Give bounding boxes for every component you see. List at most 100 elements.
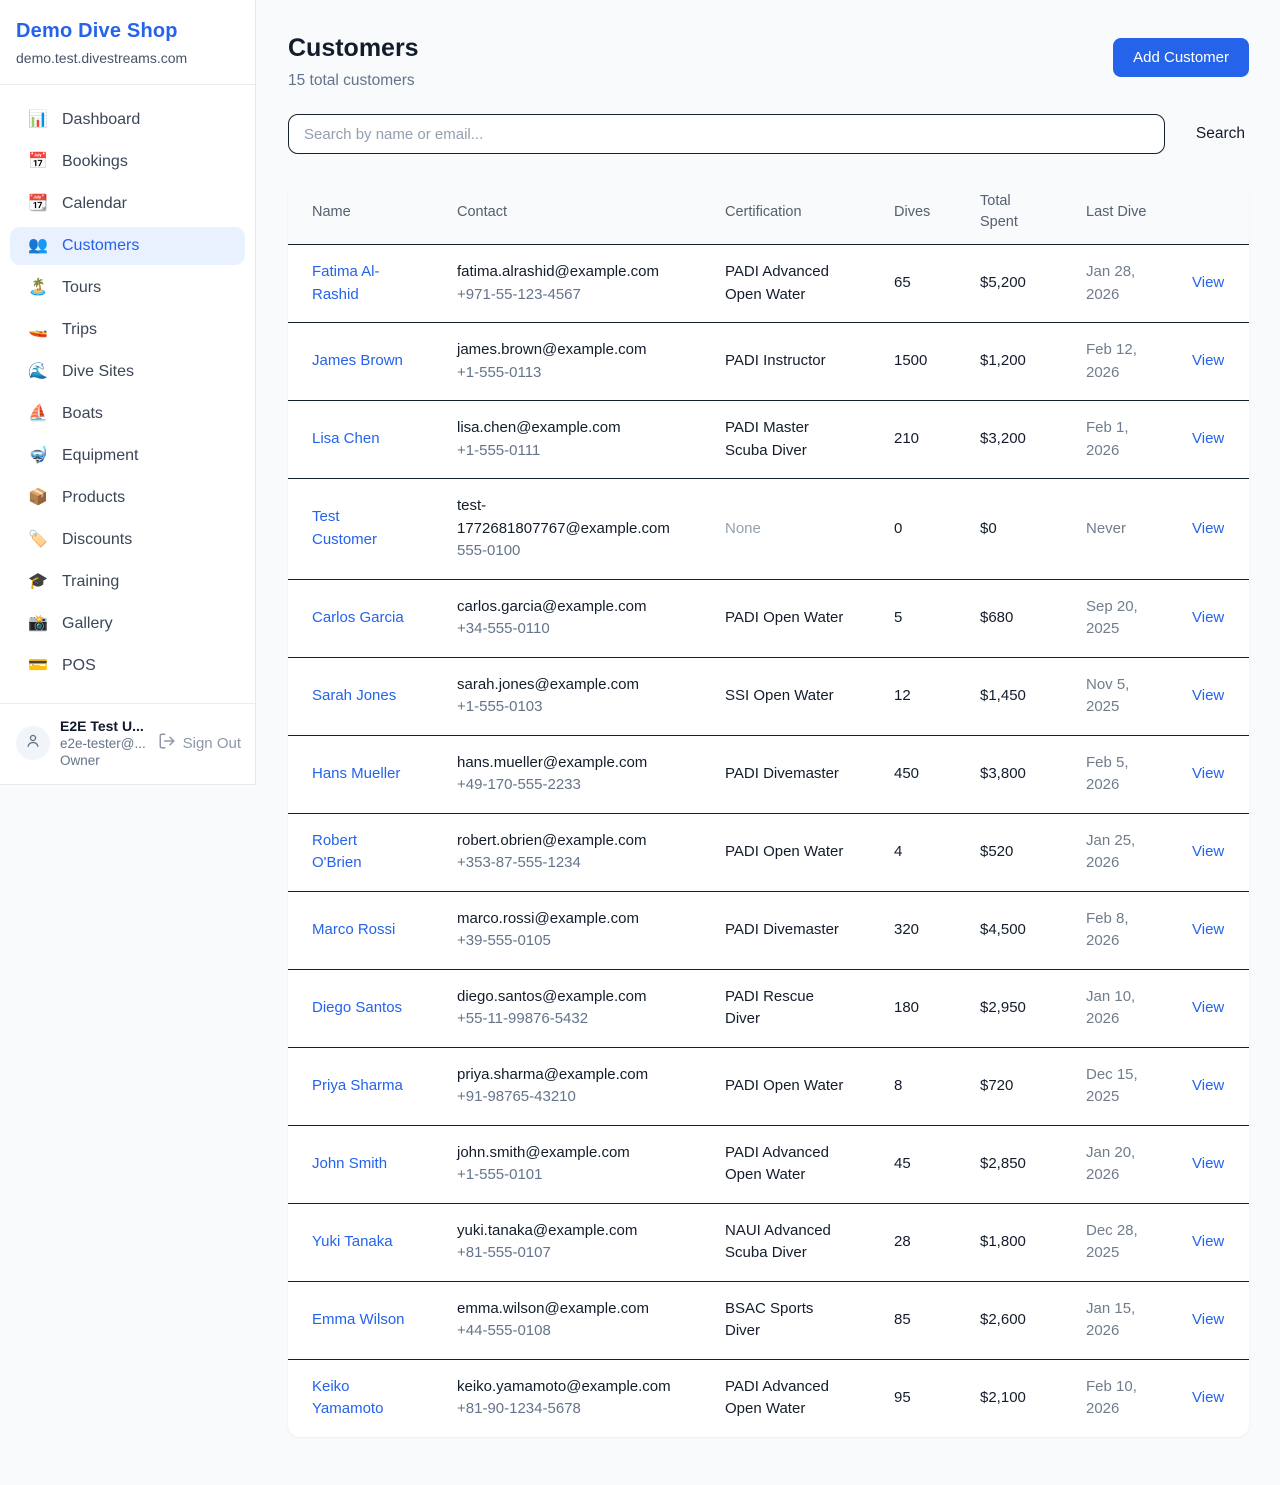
- sidebar-item-products[interactable]: 📦 Products: [10, 479, 245, 517]
- sidebar-item-label: Gallery: [62, 615, 113, 633]
- table-row: Test Customer test-1772681807767@example…: [288, 479, 1249, 580]
- table-row: Diego Santos diego.santos@example.com +5…: [288, 970, 1249, 1048]
- sidebar-item-tours[interactable]: 🏝️ Tours: [10, 269, 245, 307]
- sidebar-item-training[interactable]: 🎓 Training: [10, 563, 245, 601]
- customer-email: john.smith@example.com: [457, 1142, 675, 1165]
- customer-name-link[interactable]: Carlos Garcia: [312, 609, 404, 626]
- customer-dives: 5: [894, 591, 980, 646]
- boats-icon: ⛵: [28, 406, 48, 422]
- search-input[interactable]: [288, 114, 1165, 154]
- add-customer-button[interactable]: Add Customer: [1113, 38, 1249, 77]
- view-link[interactable]: View: [1192, 1233, 1224, 1250]
- customer-name-link[interactable]: Priya Sharma: [312, 1077, 403, 1094]
- customer-contact: james.brown@example.com +1-555-0113: [457, 323, 725, 400]
- table-row: Hans Mueller hans.mueller@example.com +4…: [288, 736, 1249, 814]
- view-link[interactable]: View: [1192, 274, 1224, 291]
- customer-contact: lisa.chen@example.com +1-555-0111: [457, 401, 725, 478]
- sidebar-item-label: Discounts: [62, 531, 132, 549]
- sidebar-item-label: Bookings: [62, 153, 128, 171]
- customer-certification: None: [725, 502, 894, 557]
- sidebar-item-calendar[interactable]: 📆 Calendar: [10, 185, 245, 223]
- view-link[interactable]: View: [1192, 352, 1224, 369]
- customer-name-link[interactable]: Sarah Jones: [312, 687, 396, 704]
- customer-contact: marco.rossi@example.com +39-555-0105: [457, 892, 725, 969]
- sidebar-item-gallery[interactable]: 📸 Gallery: [10, 605, 245, 643]
- person-icon: [24, 732, 42, 754]
- sidebar-item-trips[interactable]: 🚤 Trips: [10, 311, 245, 349]
- customer-certification: BSAC Sports Diver: [725, 1282, 894, 1359]
- customer-name-link[interactable]: Marco Rossi: [312, 921, 395, 938]
- table-row: Yuki Tanaka yuki.tanaka@example.com +81-…: [288, 1204, 1249, 1282]
- view-link[interactable]: View: [1192, 921, 1224, 938]
- customer-contact: hans.mueller@example.com +49-170-555-223…: [457, 736, 725, 813]
- sidebar-item-label: Calendar: [62, 195, 127, 213]
- customer-total-spent: $1,450: [980, 669, 1086, 724]
- user-panel: E2E Test U... e2e-tester@... Owner Sign …: [0, 703, 255, 784]
- customer-last-dive: Feb 1, 2026: [1086, 401, 1192, 478]
- view-link[interactable]: View: [1192, 1389, 1224, 1406]
- trips-icon: 🚤: [28, 322, 48, 338]
- customer-email: priya.sharma@example.com: [457, 1064, 675, 1087]
- customer-total-spent: $1,800: [980, 1215, 1086, 1270]
- customer-name-link[interactable]: John Smith: [312, 1155, 387, 1172]
- view-link[interactable]: View: [1192, 1077, 1224, 1094]
- table-header-row: Name Contact Certification Dives Total S…: [288, 180, 1249, 245]
- customer-email: hans.mueller@example.com: [457, 752, 675, 775]
- customer-dives: 95: [894, 1371, 980, 1426]
- customer-certification: NAUI Advanced Scuba Diver: [725, 1204, 894, 1281]
- sidebar-item-bookings[interactable]: 📅 Bookings: [10, 143, 245, 181]
- customer-total-spent: $680: [980, 591, 1086, 646]
- view-link[interactable]: View: [1192, 1155, 1224, 1172]
- view-link[interactable]: View: [1192, 999, 1224, 1016]
- customer-name-link[interactable]: Fatima Al-Rashid: [312, 263, 380, 303]
- customer-name-link[interactable]: Robert O'Brien: [312, 832, 362, 872]
- sidebar-item-customers[interactable]: 👥 Customers: [10, 227, 245, 265]
- customer-email: fatima.alrashid@example.com: [457, 261, 675, 284]
- user-name: E2E Test U...: [60, 718, 148, 734]
- customer-certification: PADI Advanced Open Water: [725, 1126, 894, 1203]
- customer-name-link[interactable]: Lisa Chen: [312, 430, 380, 447]
- sidebar-item-discounts[interactable]: 🏷️ Discounts: [10, 521, 245, 559]
- sidebar-item-equipment[interactable]: 🤿 Equipment: [10, 437, 245, 475]
- customer-name-link[interactable]: Yuki Tanaka: [312, 1233, 393, 1250]
- customer-contact: robert.obrien@example.com +353-87-555-12…: [457, 814, 725, 891]
- view-link[interactable]: View: [1192, 609, 1224, 626]
- customer-name-link[interactable]: Diego Santos: [312, 999, 402, 1016]
- view-link[interactable]: View: [1192, 843, 1224, 860]
- view-link[interactable]: View: [1192, 765, 1224, 782]
- sidebar-item-label: Equipment: [62, 447, 139, 465]
- view-link[interactable]: View: [1192, 430, 1224, 447]
- sidebar-item-label: Dive Sites: [62, 363, 134, 381]
- customer-certification: PADI Open Water: [725, 1059, 894, 1114]
- customer-dives: 450: [894, 747, 980, 802]
- table-body: Fatima Al-Rashid fatima.alrashid@example…: [288, 245, 1249, 1437]
- view-link[interactable]: View: [1192, 687, 1224, 704]
- customer-last-dive: Jan 15, 2026: [1086, 1282, 1192, 1359]
- customer-name-link[interactable]: Emma Wilson: [312, 1311, 405, 1328]
- customer-certification: PADI Advanced Open Water: [725, 245, 894, 322]
- customer-certification: PADI Open Water: [725, 825, 894, 880]
- view-link[interactable]: View: [1192, 1311, 1224, 1328]
- customer-phone: +34-555-0110: [457, 618, 675, 641]
- sign-out-button[interactable]: Sign Out: [158, 732, 241, 754]
- sidebar-item-dive-sites[interactable]: 🌊 Dive Sites: [10, 353, 245, 391]
- sidebar-item-dashboard[interactable]: 📊 Dashboard: [10, 101, 245, 139]
- customer-name-link[interactable]: Test Customer: [312, 508, 377, 548]
- customer-contact: fatima.alrashid@example.com +971-55-123-…: [457, 245, 725, 322]
- customer-phone: +1-555-0103: [457, 696, 675, 719]
- column-header-certification: Certification: [725, 191, 894, 234]
- customer-name-link[interactable]: Keiko Yamamoto: [312, 1378, 383, 1418]
- user-email: e2e-tester@...: [60, 736, 148, 751]
- customer-email: james.brown@example.com: [457, 339, 675, 362]
- search-button[interactable]: Search: [1192, 117, 1249, 151]
- customer-contact: emma.wilson@example.com +44-555-0108: [457, 1282, 725, 1359]
- customer-name-link[interactable]: James Brown: [312, 352, 403, 369]
- customer-certification: SSI Open Water: [725, 669, 894, 724]
- sidebar-item-pos[interactable]: 💳 POS: [10, 647, 245, 685]
- sidebar-item-boats[interactable]: ⛵ Boats: [10, 395, 245, 433]
- customer-name-link[interactable]: Hans Mueller: [312, 765, 400, 782]
- customer-total-spent: $3,200: [980, 412, 1086, 467]
- view-link[interactable]: View: [1192, 520, 1224, 537]
- table-row: Fatima Al-Rashid fatima.alrashid@example…: [288, 245, 1249, 323]
- column-header-name: Name: [288, 191, 457, 234]
